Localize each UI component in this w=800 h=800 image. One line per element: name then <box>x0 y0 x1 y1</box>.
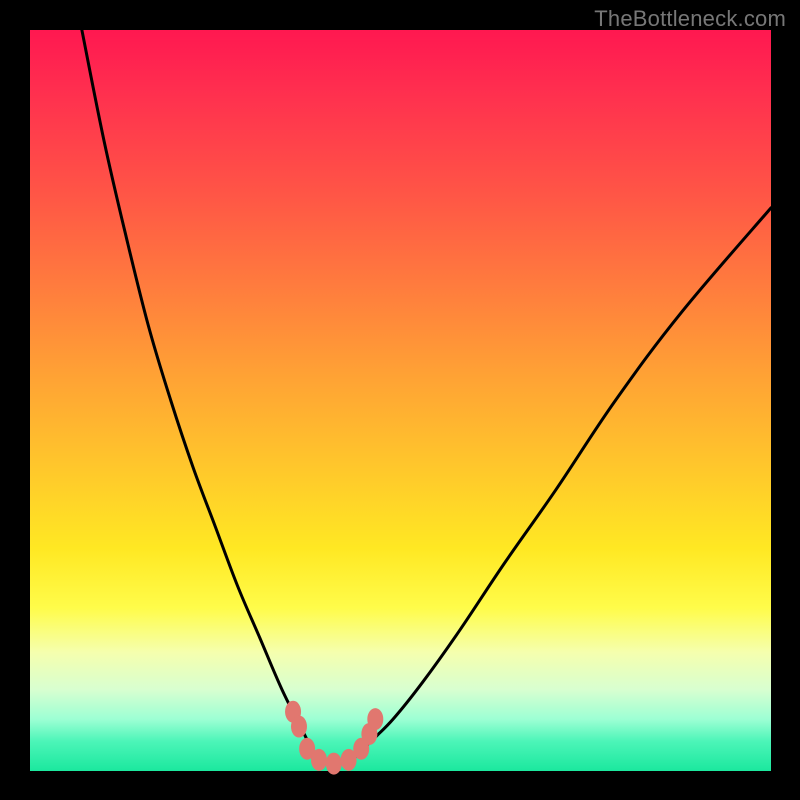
marker-dot <box>367 708 383 730</box>
left-branch-curve <box>82 30 315 756</box>
marker-dot <box>291 716 307 738</box>
right-branch-curve <box>356 208 771 756</box>
marker-group <box>285 701 383 775</box>
marker-dot <box>311 749 327 771</box>
marker-dot <box>326 753 342 775</box>
outer-frame: TheBottleneck.com <box>0 0 800 800</box>
curve-group <box>82 30 771 765</box>
chart-svg <box>0 0 800 800</box>
